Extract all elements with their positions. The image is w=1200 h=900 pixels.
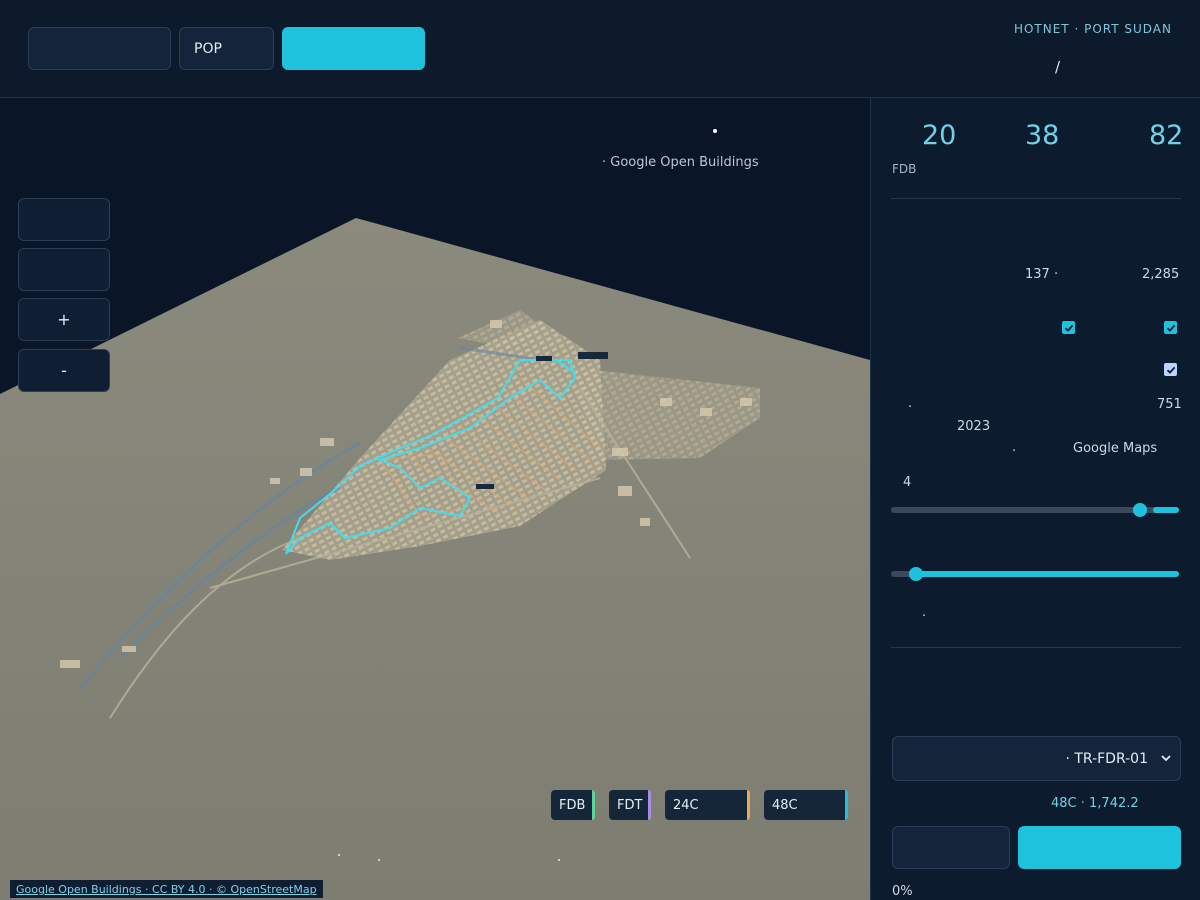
side-panel: 20 38 82 FDB 137 · 2,285 . 751 2023 . Go…: [870, 98, 1200, 900]
slider-note: .: [922, 605, 927, 620]
count-summary: 137 ·: [1025, 267, 1059, 282]
feeder-info: 48C · 1,742.2: [1051, 796, 1139, 811]
source-dot: .: [1012, 440, 1017, 455]
layer-checkbox-3[interactable]: [1164, 363, 1177, 376]
legend-chip-48c[interactable]: 48C: [764, 790, 848, 820]
secondary-action-button[interactable]: [892, 826, 1010, 869]
data-year: 2023: [957, 419, 991, 434]
map-view[interactable]: · Google Open Buildings + - FDB FDT 24C …: [0, 98, 870, 900]
view-toggle-button[interactable]: [18, 248, 110, 291]
section-divider: [891, 647, 1181, 648]
radius-slider[interactable]: [891, 566, 1179, 582]
count-total: 2,285: [1142, 267, 1180, 282]
progress-text: 0%: [892, 884, 913, 899]
stat-value-3: 82: [1149, 120, 1184, 151]
primary-action-button[interactable]: [282, 27, 425, 70]
zoom-out-button[interactable]: -: [18, 349, 110, 392]
header-bar: POP HOTNET · PORT SUDAN /: [0, 0, 1200, 98]
legend-color-swatch: [845, 790, 848, 820]
feeder-select[interactable]: · TR-FDR-01: [892, 736, 1181, 781]
legend-chip-fdt[interactable]: FDT: [609, 790, 651, 820]
threshold-slider[interactable]: [891, 502, 1179, 518]
zoom-in-button[interactable]: +: [18, 298, 110, 341]
pop-button[interactable]: POP: [179, 27, 274, 70]
mode-button[interactable]: [28, 27, 171, 70]
legend-chip-label: 24C: [673, 797, 699, 813]
layer-checkbox-2[interactable]: [1164, 321, 1177, 334]
slider-fill: [1153, 507, 1179, 513]
stat-value-1: 20: [922, 120, 957, 151]
legend-color-swatch: [592, 790, 595, 820]
app-brand: HOTNET · PORT SUDAN: [1013, 22, 1172, 36]
map-canvas: [0, 218, 870, 900]
info-value: 751: [1157, 397, 1182, 412]
legend-chip-fdb[interactable]: FDB: [551, 790, 595, 820]
check-icon: [1064, 324, 1073, 332]
legend-chip-24c[interactable]: 24C: [665, 790, 750, 820]
slider-thumb[interactable]: [1133, 503, 1147, 517]
legend-color-swatch: [747, 790, 750, 820]
section-divider: [891, 198, 1181, 199]
layer-toggle-button[interactable]: [18, 198, 110, 241]
attribution-separator: ·: [205, 882, 217, 896]
stat-value-2: 38: [1025, 120, 1060, 151]
legend-chip-label: FDB: [559, 797, 586, 813]
info-dot: .: [908, 396, 913, 411]
attribution-link-osm[interactable]: © OpenStreetMap: [216, 883, 317, 896]
legend-chip-label: 48C: [772, 797, 798, 813]
stat-label-fdb: FDB: [892, 162, 917, 176]
layer-checkbox-1[interactable]: [1062, 321, 1075, 334]
slider-thumb[interactable]: [909, 567, 923, 581]
slider1-label: 4: [903, 475, 912, 490]
attribution-link-buildings[interactable]: Google Open Buildings · CC BY 4.0: [16, 883, 206, 896]
brand-subtitle: /: [1054, 58, 1060, 76]
check-icon: [1166, 324, 1175, 332]
check-icon: [1166, 366, 1175, 374]
map-source-note: · Google Open Buildings: [602, 155, 759, 170]
legend-chip-label: FDT: [617, 797, 643, 813]
slider-fill: [915, 571, 1179, 577]
feeder-select-value: · TR-FDR-01: [1065, 750, 1148, 767]
chevron-down-icon: [1161, 755, 1171, 762]
map-attribution: Google Open Buildings · CC BY 4.0 · © Op…: [10, 880, 323, 898]
legend-color-swatch: [648, 790, 651, 820]
basemap-source: Google Maps: [1073, 441, 1158, 456]
run-action-button[interactable]: [1018, 826, 1181, 869]
map-title-marker: [713, 129, 717, 133]
